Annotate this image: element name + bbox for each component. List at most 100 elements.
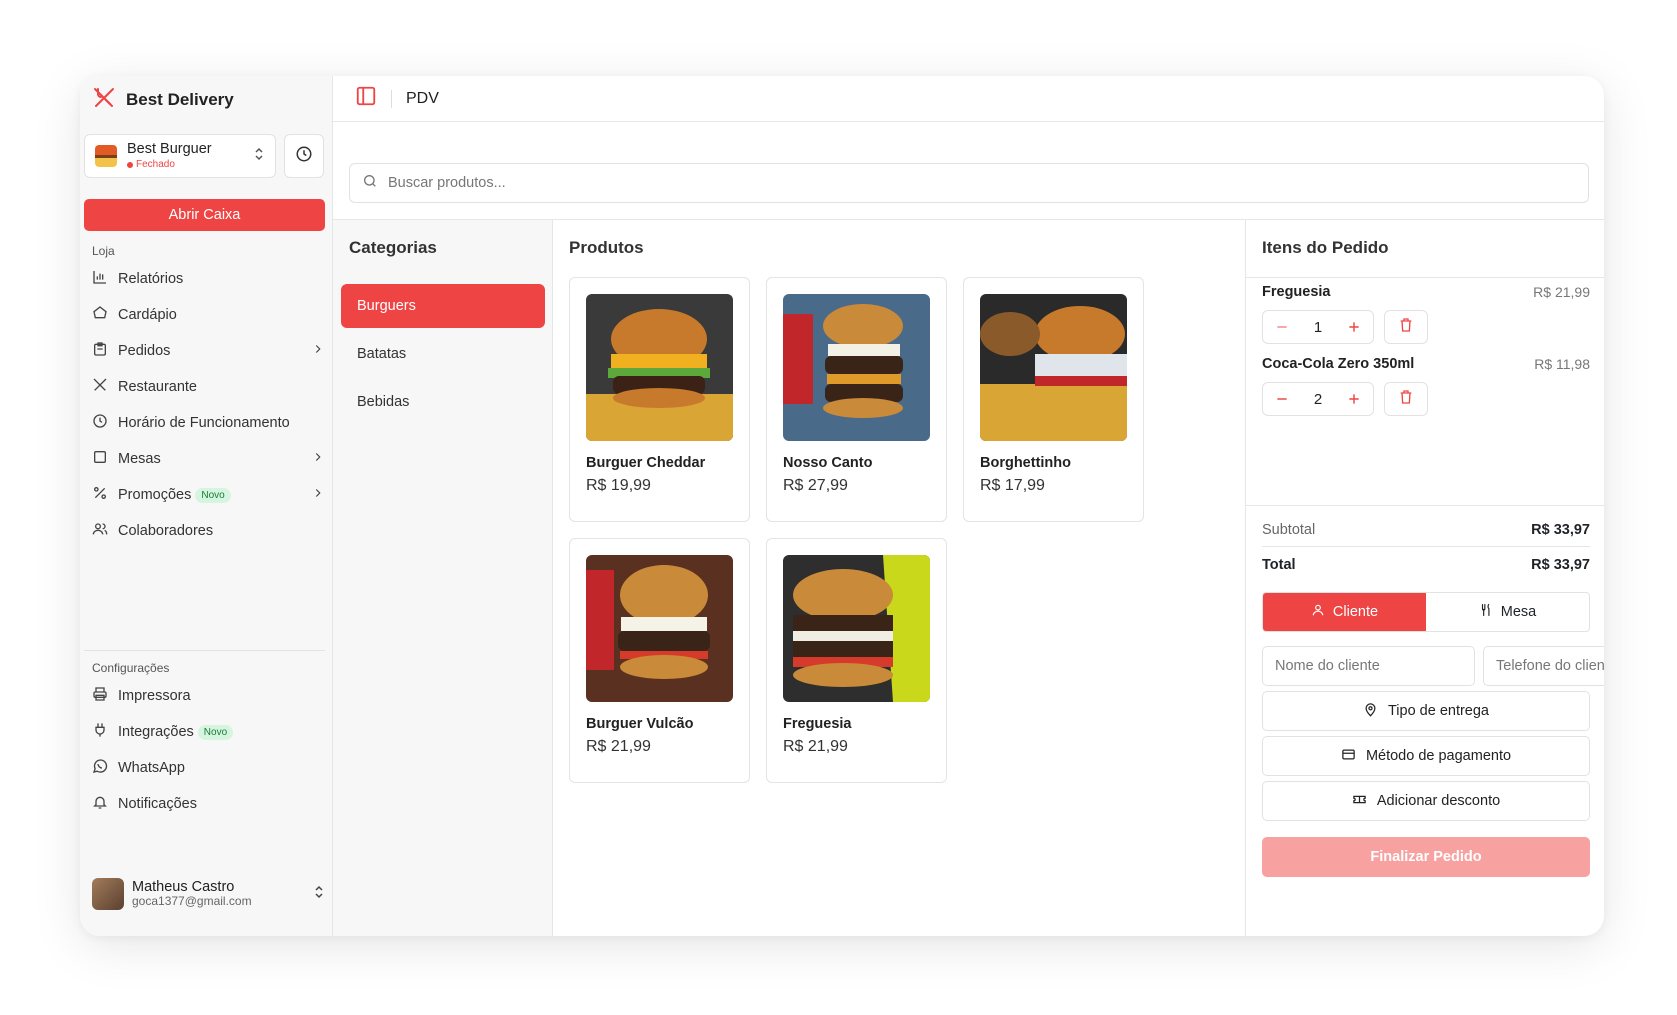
- client-phone-field[interactable]: [1483, 646, 1604, 686]
- subtotal-label: Subtotal: [1262, 522, 1316, 538]
- client-name-field[interactable]: [1262, 646, 1475, 686]
- trash-icon: [1398, 317, 1414, 338]
- sidebar-item-impressora[interactable]: Impressora: [92, 678, 325, 714]
- tab-label: Mesa: [1500, 604, 1537, 620]
- order-item-price: R$ 21,99: [1533, 284, 1590, 300]
- payment-method-label: Método de pagamento: [1365, 748, 1512, 764]
- product-card[interactable]: Nosso Canto R$ 27,99: [766, 277, 947, 522]
- whatsapp-icon: [92, 758, 108, 778]
- sidebar-item-label: Impressora: [118, 688, 191, 704]
- clipboard-icon: [92, 341, 108, 361]
- sidebar-item-label: Mesas: [118, 451, 161, 467]
- store-selector[interactable]: Best Burguer Fechado: [84, 134, 276, 178]
- sidebar-item-mesas[interactable]: Mesas: [92, 441, 325, 477]
- sidebar-item-label: Pedidos: [118, 343, 171, 359]
- sidebar-item-whatsapp[interactable]: WhatsApp: [92, 750, 325, 786]
- brand[interactable]: Best Delivery: [92, 86, 234, 115]
- sidebar-divider: [84, 650, 325, 651]
- brand-name: Best Delivery: [126, 90, 234, 109]
- chart-icon: [92, 269, 108, 289]
- store-section-label: Loja: [92, 244, 115, 258]
- tab-cliente[interactable]: Cliente: [1263, 593, 1426, 631]
- store-status: Fechado: [127, 159, 243, 170]
- sidebar-item-cardapio[interactable]: Cardápio: [92, 297, 325, 333]
- sidebar-item-integracoes[interactable]: Integrações Novo: [92, 714, 325, 750]
- minus-icon[interactable]: [1273, 318, 1291, 336]
- sidebar-item-colaboradores[interactable]: Colaboradores: [92, 513, 325, 549]
- product-search: [349, 163, 1589, 203]
- order-title: Itens do Pedido: [1262, 238, 1389, 257]
- category-list: Burguers Batatas Bebidas: [341, 284, 545, 428]
- category-item-bebidas[interactable]: Bebidas: [341, 380, 545, 424]
- sidebar-item-label: WhatsApp: [118, 760, 185, 776]
- product-grid: Burguer Cheddar R$ 19,99 Nosso Canto R$ …: [569, 277, 1144, 783]
- delivery-type-button[interactable]: Tipo de entrega: [1262, 691, 1590, 731]
- sidebar-item-restaurante[interactable]: Restaurante: [92, 369, 325, 405]
- product-name: Borghettinho: [980, 455, 1072, 471]
- category-item-batatas[interactable]: Batatas: [341, 332, 545, 376]
- history-button[interactable]: [284, 134, 324, 178]
- payment-method-button[interactable]: Método de pagamento: [1262, 736, 1590, 776]
- store-row: Best Burguer Fechado: [84, 134, 324, 178]
- totals-divider: [1246, 505, 1604, 506]
- product-image: [586, 555, 733, 702]
- product-price: R$ 17,99: [980, 477, 1045, 494]
- discount-label: Adicionar desconto: [1376, 793, 1501, 809]
- product-price: R$ 27,99: [783, 477, 848, 494]
- product-image: [980, 294, 1127, 441]
- sidebar-item-label: Horário de Funcionamento: [118, 415, 290, 431]
- products-title: Produtos: [569, 238, 644, 257]
- sidebar-item-promocoes[interactable]: Promoções Novo: [92, 477, 325, 513]
- chevron-updown-icon: [313, 885, 325, 904]
- sidebar-toggle-icon[interactable]: [355, 85, 377, 112]
- product-name: Burguer Cheddar: [586, 455, 706, 471]
- quantity-value: 2: [1313, 390, 1323, 408]
- sidebar-item-horario[interactable]: Horário de Funcionamento: [92, 405, 325, 441]
- sidebar-item-label: Promoções: [118, 487, 192, 503]
- sidebar-item-label: Colaboradores: [118, 523, 214, 539]
- sidebar-item-pedidos[interactable]: Pedidos: [92, 333, 325, 369]
- subtotal-value: R$ 33,97: [1531, 522, 1590, 538]
- store-name: Best Burguer: [127, 141, 212, 158]
- sidebar-item-relatorios[interactable]: Relatórios: [92, 261, 325, 297]
- user-email: goca1377@gmail.com: [132, 894, 252, 909]
- minus-icon[interactable]: [1273, 390, 1291, 408]
- new-badge: Novo: [195, 487, 231, 503]
- plus-icon[interactable]: [1345, 318, 1363, 336]
- tab-label: Cliente: [1332, 604, 1379, 620]
- product-card[interactable]: Burguer Cheddar R$ 19,99: [569, 277, 750, 522]
- plus-icon[interactable]: [1345, 390, 1363, 408]
- product-card[interactable]: Freguesia R$ 21,99: [766, 538, 947, 783]
- ticket-icon: [1352, 792, 1367, 811]
- percent-icon: [92, 485, 108, 505]
- open-cash-button[interactable]: Abrir Caixa: [84, 199, 325, 231]
- remove-item-button[interactable]: [1384, 310, 1428, 344]
- products-panel: Produtos Burguer Cheddar R$ 19,99 Nosso …: [553, 220, 1245, 936]
- quantity-stepper: 1: [1262, 310, 1374, 344]
- search-icon: [362, 173, 378, 194]
- printer-icon: [92, 686, 108, 706]
- product-card[interactable]: Borghettinho R$ 17,99: [963, 277, 1144, 522]
- finish-order-button[interactable]: Finalizar Pedido: [1262, 837, 1590, 877]
- utensils-logo-icon: [92, 86, 116, 115]
- product-name: Nosso Canto: [783, 455, 873, 471]
- order-type-toggle: Cliente Mesa: [1262, 592, 1590, 632]
- category-item-burguers[interactable]: Burguers: [341, 284, 545, 328]
- search-input[interactable]: [388, 175, 1576, 191]
- discount-button[interactable]: Adicionar desconto: [1262, 781, 1590, 821]
- sidebar-item-label: Restaurante: [118, 379, 197, 395]
- remove-item-button[interactable]: [1384, 382, 1428, 416]
- user-menu[interactable]: Matheus Castro goca1377@gmail.com: [92, 876, 325, 912]
- quantity-stepper: 2: [1262, 382, 1374, 416]
- order-item-name: Coca-Cola Zero 350ml: [1262, 356, 1415, 372]
- total-label: Total: [1262, 557, 1296, 573]
- tab-mesa[interactable]: Mesa: [1426, 593, 1589, 631]
- user-name: Matheus Castro: [132, 878, 235, 895]
- order-panel: Itens do Pedido Freguesia R$ 21,99 1 Coc…: [1245, 220, 1604, 936]
- sidebar-item-notificacoes[interactable]: Notificações: [92, 786, 325, 822]
- product-name: Freguesia: [783, 716, 852, 732]
- config-nav: Impressora Integrações Novo WhatsApp Not…: [92, 678, 325, 822]
- product-card[interactable]: Burguer Vulcão R$ 21,99: [569, 538, 750, 783]
- menu-book-icon: [92, 305, 108, 325]
- sidebar-item-label: Relatórios: [118, 271, 184, 287]
